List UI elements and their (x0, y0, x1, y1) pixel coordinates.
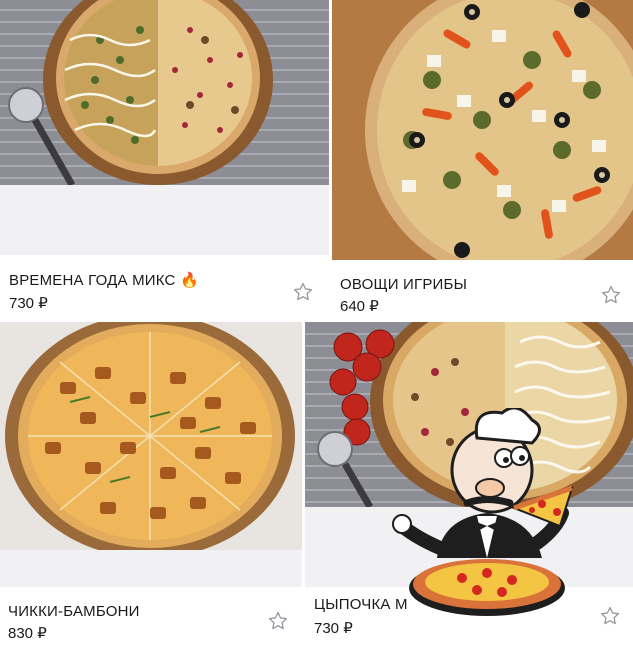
star-outline-icon[interactable] (599, 605, 621, 627)
chef-pizza-icon (392, 406, 592, 620)
product-price-1: 730 ₽ (9, 295, 48, 312)
star-outline-icon[interactable] (292, 281, 314, 303)
product-title-1[interactable]: ВРЕМЕНА ГОДА МИКС 🔥 (9, 271, 199, 289)
product-card-1[interactable]: ВРЕМЕНА ГОДА МИКС 🔥 730 ₽ (0, 0, 329, 320)
product-image-1[interactable] (0, 0, 329, 185)
product-name: ВРЕМЕНА ГОДА МИКС (9, 272, 176, 289)
product-price-4: 730 ₽ (314, 620, 353, 637)
product-image-2[interactable] (332, 0, 633, 260)
product-price-2: 640 ₽ (340, 298, 379, 315)
product-title-3[interactable]: ЧИККИ-БАМБОНИ (8, 603, 140, 620)
star-outline-icon[interactable] (600, 284, 622, 306)
star-outline-icon[interactable] (267, 610, 289, 632)
fire-emoji-icon: 🔥 (179, 272, 199, 289)
product-price-3: 830 ₽ (8, 625, 47, 642)
product-card-2[interactable]: ОВОЩИ ИГРИБЫ 640 ₽ (332, 0, 633, 320)
product-title-2[interactable]: ОВОЩИ ИГРИБЫ (340, 276, 467, 293)
product-image-3[interactable] (0, 322, 302, 550)
product-card-3[interactable]: ЧИККИ-БАМБОНИ 830 ₽ (0, 322, 302, 645)
